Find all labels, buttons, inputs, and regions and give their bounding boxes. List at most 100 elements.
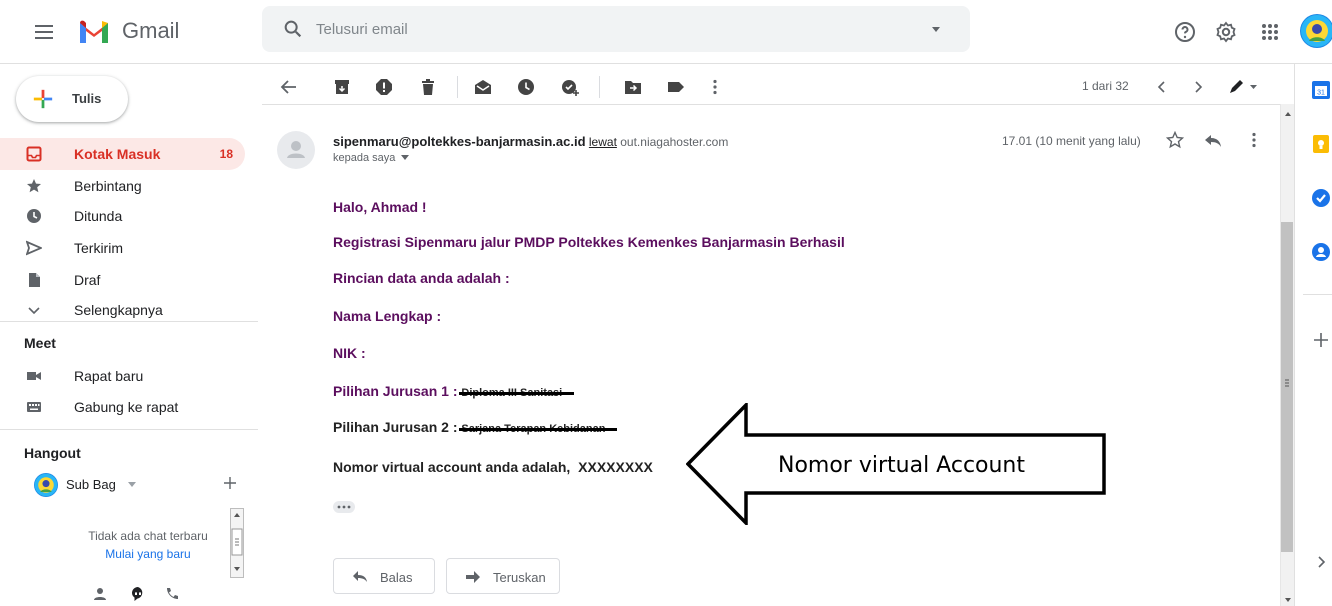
get-addons-plus-icon[interactable]	[1311, 330, 1331, 350]
help-icon[interactable]	[1173, 20, 1197, 44]
compose-button[interactable]: Tulis	[16, 76, 128, 122]
sidebar-item-label: Selengkapnya	[74, 302, 163, 318]
report-spam-icon[interactable]	[375, 78, 393, 96]
body-major-2: Pilihan Jurusan 2 : Sarjana Terapan Kebi…	[333, 419, 605, 435]
via-link[interactable]: lewat	[589, 135, 617, 149]
recipient-text: kepada saya	[333, 152, 396, 164]
start-new-chat-link[interactable]: Mulai yang baru	[70, 547, 226, 561]
hangout-section-title: Hangout	[24, 445, 81, 461]
sidebar-item-sent[interactable]: Terkirim	[0, 232, 245, 264]
reply-icon	[352, 570, 368, 584]
sidebar-item-new-meeting[interactable]: Rapat baru	[0, 360, 245, 392]
hangout-user-selector[interactable]: Sub Bag	[34, 471, 236, 499]
body-virtual-account: Nomor virtual account anda adalah, XXXXX…	[333, 459, 653, 475]
show-trimmed-content-button[interactable]	[333, 501, 355, 513]
svg-text:31: 31	[1317, 90, 1325, 97]
divider	[0, 321, 258, 322]
sidebar-item-join-meeting[interactable]: Gabung ke rapat	[0, 391, 245, 423]
sidebar-item-inbox[interactable]: Kotak Masuk 18	[0, 138, 245, 170]
recipient-details[interactable]: kepada saya	[333, 152, 410, 164]
caret-down-icon[interactable]	[128, 482, 136, 488]
hangout-footer	[0, 582, 258, 606]
reply-button[interactable]: Balas	[333, 558, 435, 594]
mark-unread-icon[interactable]	[474, 78, 492, 96]
toolbar-divider	[457, 76, 458, 98]
via-domain: out.niagahoster.com	[620, 135, 729, 149]
snooze-clock-icon[interactable]	[517, 78, 535, 96]
archive-icon[interactable]	[333, 78, 351, 96]
gmail-logo-icon[interactable]	[78, 17, 110, 45]
annotation-label: Nomor virtual Account	[778, 453, 1026, 478]
major-2-label: Pilihan Jurusan 2 :	[333, 419, 458, 435]
chat-scrollbar[interactable]	[230, 508, 244, 578]
inbox-icon	[26, 146, 42, 162]
calendar-icon[interactable]: 31	[1311, 80, 1331, 100]
sidebar-item-drafts[interactable]: Draf	[0, 264, 245, 296]
apps-grid-icon[interactable]	[1258, 20, 1282, 44]
add-to-tasks-icon[interactable]	[561, 78, 579, 96]
star-outline-icon[interactable]	[1166, 131, 1184, 149]
body-nik: NIK :	[333, 345, 366, 361]
divider	[0, 429, 258, 430]
compose-plus-icon	[32, 88, 54, 110]
delete-trash-icon[interactable]	[419, 78, 437, 96]
star-icon	[26, 178, 42, 194]
pager-count: 1 dari 32	[1082, 79, 1129, 93]
sidebar-item-label: Terkirim	[74, 240, 123, 256]
virtual-account-label: Nomor virtual account anda adalah,	[333, 459, 571, 475]
move-to-folder-icon[interactable]	[624, 78, 642, 96]
keep-notes-icon[interactable]	[1311, 134, 1331, 154]
sender-avatar	[277, 131, 315, 169]
sidebar-item-label: Draf	[74, 272, 101, 288]
sidebar-item-starred[interactable]: Berbintang	[0, 170, 245, 202]
search-options-caret-icon[interactable]	[930, 23, 942, 35]
main-menu-icon[interactable]	[32, 20, 56, 44]
body-details-intro: Rincian data anda adalah :	[333, 270, 510, 286]
expand-panel-chevron-icon[interactable]	[1311, 552, 1331, 572]
hangout-user-name: Sub Bag	[66, 477, 116, 492]
phone-icon[interactable]	[164, 586, 180, 602]
body-greeting: Halo, Ahmad !	[333, 199, 427, 215]
sidebar-item-label: Gabung ke rapat	[74, 399, 179, 415]
top-header: Gmail	[0, 0, 1332, 64]
chat-bubble-icon[interactable]	[130, 586, 146, 602]
sidebar-item-snoozed[interactable]: Ditunda	[0, 200, 245, 232]
search-input[interactable]	[316, 18, 876, 40]
clock-icon	[26, 208, 42, 224]
chevron-left-icon[interactable]	[1153, 78, 1171, 96]
tasks-icon[interactable]	[1311, 188, 1331, 208]
video-icon	[26, 368, 42, 384]
more-vertical-icon[interactable]	[1248, 131, 1260, 149]
compose-label: Tulis	[72, 91, 102, 106]
body-major-1: Pilihan Jurusan 1 : Diploma III Sanitasi	[333, 383, 562, 399]
settings-gear-icon[interactable]	[1214, 20, 1238, 44]
unread-count-badge: 18	[219, 147, 233, 161]
account-avatar[interactable]	[1300, 14, 1332, 48]
sidebar-item-label: Ditunda	[74, 208, 123, 224]
divider	[1303, 294, 1332, 295]
meet-section-title: Meet	[24, 335, 56, 351]
reply-icon[interactable]	[1204, 131, 1222, 149]
contacts-icon[interactable]	[1311, 242, 1331, 262]
input-tools-pen-icon[interactable]	[1228, 78, 1260, 96]
caret-down-icon	[401, 155, 410, 161]
add-chat-plus-icon[interactable]	[222, 475, 238, 491]
send-icon	[26, 240, 42, 256]
search-icon[interactable]	[282, 18, 304, 40]
sidebar-item-label: Kotak Masuk	[74, 146, 161, 162]
chevron-right-icon[interactable]	[1189, 78, 1207, 96]
toolbar-divider	[599, 76, 600, 98]
message-scrollbar-thumb[interactable]	[1281, 222, 1293, 552]
reply-label: Balas	[380, 570, 413, 585]
sender-email[interactable]: sipenmaru@poltekkes-banjarmasin.ac.id	[333, 134, 586, 149]
forward-button[interactable]: Teruskan	[446, 558, 560, 594]
label-tag-icon[interactable]	[667, 78, 685, 96]
more-vertical-icon[interactable]	[706, 78, 724, 96]
body-full-name: Nama Lengkap :	[333, 308, 442, 324]
file-icon	[26, 272, 42, 288]
back-arrow-icon[interactable]	[280, 78, 298, 96]
contacts-person-icon[interactable]	[92, 586, 108, 602]
hangout-avatar	[34, 473, 58, 497]
sender-line: sipenmaru@poltekkes-banjarmasin.ac.id le…	[333, 134, 728, 149]
search-bar	[262, 6, 970, 52]
